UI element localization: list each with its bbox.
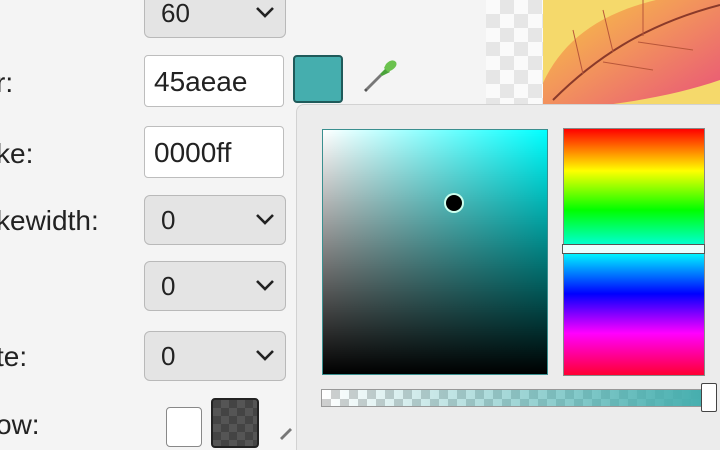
stroke-label: ke: [0,138,34,169]
unlabeled-select-value: 0 [161,271,176,301]
chevron-down-icon [256,7,274,18]
fill-label: r: [0,67,14,98]
top-select-value: 60 [161,0,190,28]
alpha-slider-handle[interactable] [701,383,717,412]
strokewidth-value: 0 [161,205,176,235]
shadow-color-swatch[interactable] [166,407,202,447]
rotate-value: 0 [161,341,176,371]
eyedropper-icon[interactable] [360,56,400,96]
shadow-alpha-swatch[interactable] [211,398,259,448]
chevron-down-icon [256,350,274,361]
top-select[interactable]: 60 [144,0,286,38]
rotate-label: te: [0,341,28,372]
alpha-slider[interactable] [321,389,706,407]
leaf-image [543,0,720,104]
rotate-select[interactable]: 0 [144,331,286,381]
shadow-label: ow: [0,409,40,440]
saturation-value-area[interactable] [322,129,548,375]
unlabeled-select[interactable]: 0 [144,261,286,311]
chevron-down-icon [256,280,274,291]
eyedropper-icon[interactable] [278,420,298,440]
fill-color-field[interactable]: 45aeae [144,55,284,107]
stroke-color-value: 0000ff [154,137,232,168]
saturation-value-marker[interactable] [446,195,462,211]
strokewidth-select[interactable]: 0 [144,195,286,245]
fill-color-value: 45aeae [154,66,248,97]
fill-color-swatch[interactable] [293,55,343,103]
stroke-color-field[interactable]: 0000ff [144,126,284,178]
hue-slider-handle[interactable] [562,244,705,254]
chevron-down-icon [256,214,274,225]
strokewidth-label: kewidth: [0,205,99,236]
